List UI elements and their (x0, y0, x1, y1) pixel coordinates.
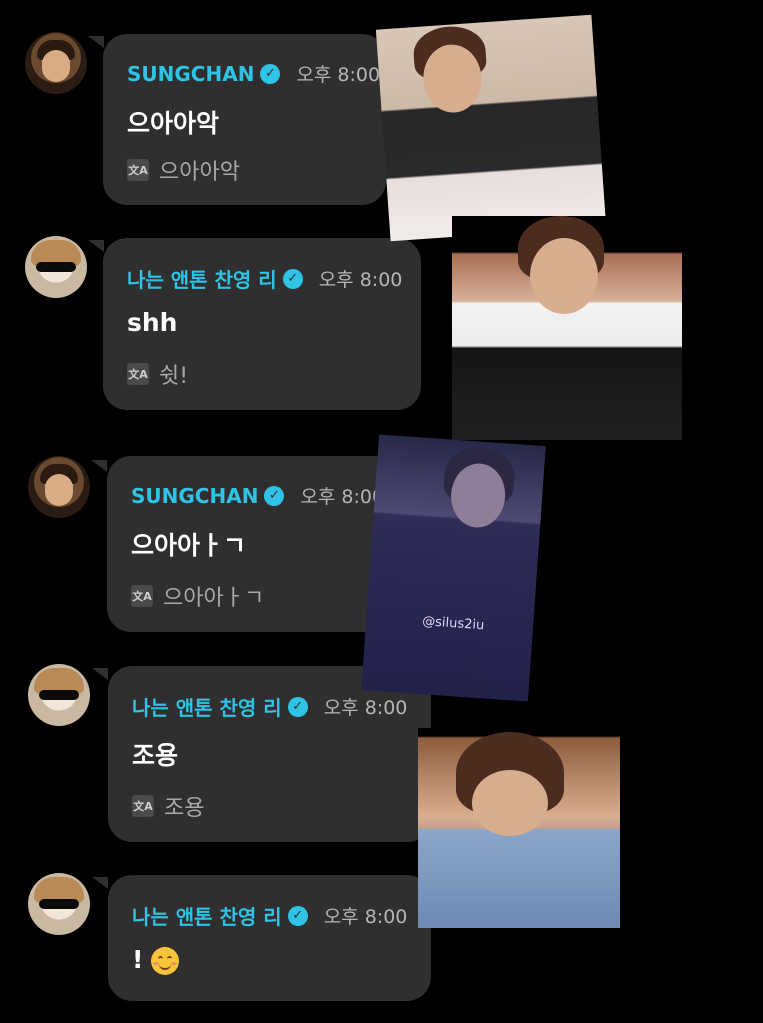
verified-badge-icon: ✓ (264, 485, 285, 506)
username[interactable]: SUNGCHAN (131, 484, 258, 508)
message-bubble[interactable]: 나는 앤톤 찬영 리 ✓ 오후 8:00 조용 文A 조용 (108, 666, 431, 842)
message-bubble[interactable]: SUNGCHAN ✓ 오후 8:00 으아아악 文A 으아아악 (103, 34, 386, 205)
translation-text: 쉿! (159, 364, 189, 389)
message-bubble[interactable]: 나는 앤톤 찬영 리 ✓ 오후 8:00 ! (108, 875, 431, 1001)
message-text: shh (127, 308, 178, 337)
message-header: 나는 앤톤 찬영 리 ✓ 오후 8:00 (132, 692, 407, 721)
message-text: 으아아ㅏㄱ (131, 531, 247, 560)
sticker-photo (418, 728, 620, 928)
smiling-face-emoji-icon (151, 947, 180, 975)
message-header: SUNGCHAN ✓ 오후 8:00 (131, 482, 384, 509)
translate-icon: 文A (132, 795, 154, 817)
translation-row: 文A 으아아ㅏㄱ (131, 580, 264, 612)
avatar[interactable] (25, 236, 87, 298)
timestamp: 오후 8:00 (318, 269, 403, 291)
translation-text: 으아아악 (159, 160, 240, 185)
photo-face (530, 238, 598, 314)
bubble-tail (88, 36, 104, 48)
verified-badge-icon: ✓ (260, 63, 281, 84)
avatar[interactable] (28, 664, 90, 726)
translation-row: 文A 조용 (132, 790, 204, 822)
translation-row: 文A 으아아악 (127, 154, 240, 186)
username[interactable]: 나는 앤톤 찬영 리 (127, 264, 277, 293)
timestamp: 오후 8:00 (300, 486, 385, 508)
photo-face (472, 770, 548, 836)
translation-text: 으아아ㅏㄱ (163, 586, 265, 611)
photo-watermark: @silus2iu (421, 613, 485, 634)
bubble-tail (91, 460, 107, 472)
timestamp: 오후 8:00 (323, 697, 408, 719)
message-header: SUNGCHAN ✓ 오후 8:00 (127, 60, 380, 87)
bubble-tail (92, 668, 108, 680)
message-header: 나는 앤톤 찬영 리 ✓ 오후 8:00 (132, 901, 407, 930)
username[interactable]: SUNGCHAN (127, 62, 254, 86)
bubble-tail (92, 877, 108, 889)
translate-icon: 文A (131, 585, 153, 607)
timestamp: 오후 8:00 (323, 906, 408, 928)
timestamp: 오후 8:00 (296, 64, 381, 86)
verified-badge-icon: ✓ (287, 696, 308, 717)
message-text: 조용 (132, 741, 179, 770)
message-header: 나는 앤톤 찬영 리 ✓ 오후 8:00 (127, 264, 402, 293)
verified-badge-icon: ✓ (287, 905, 308, 926)
sticker-photo (375, 14, 607, 242)
username[interactable]: 나는 앤톤 찬영 리 (132, 692, 282, 721)
translation-row: 文A 쉿! (127, 358, 188, 390)
message-bubble[interactable]: SUNGCHAN ✓ 오후 8:00 으아아ㅏㄱ 文A 으아아ㅏㄱ (107, 456, 397, 632)
verified-badge-icon: ✓ (282, 268, 303, 289)
message-text-row: ! (132, 945, 180, 975)
translate-icon: 文A (127, 363, 149, 385)
message-bubble[interactable]: 나는 앤톤 찬영 리 ✓ 오후 8:00 shh 文A 쉿! (103, 238, 421, 410)
avatar[interactable] (28, 456, 90, 518)
avatar[interactable] (25, 32, 87, 94)
translate-icon: 文A (127, 159, 149, 181)
bubble-tail (88, 240, 104, 252)
avatar[interactable] (28, 873, 90, 935)
username[interactable]: 나는 앤톤 찬영 리 (132, 901, 282, 930)
message-text: 으아아악 (127, 109, 220, 138)
sticker-photo: @silus2iu (361, 434, 546, 702)
sticker-photo (452, 216, 682, 440)
translation-text: 조용 (164, 796, 205, 821)
message-text: ! (132, 945, 144, 974)
